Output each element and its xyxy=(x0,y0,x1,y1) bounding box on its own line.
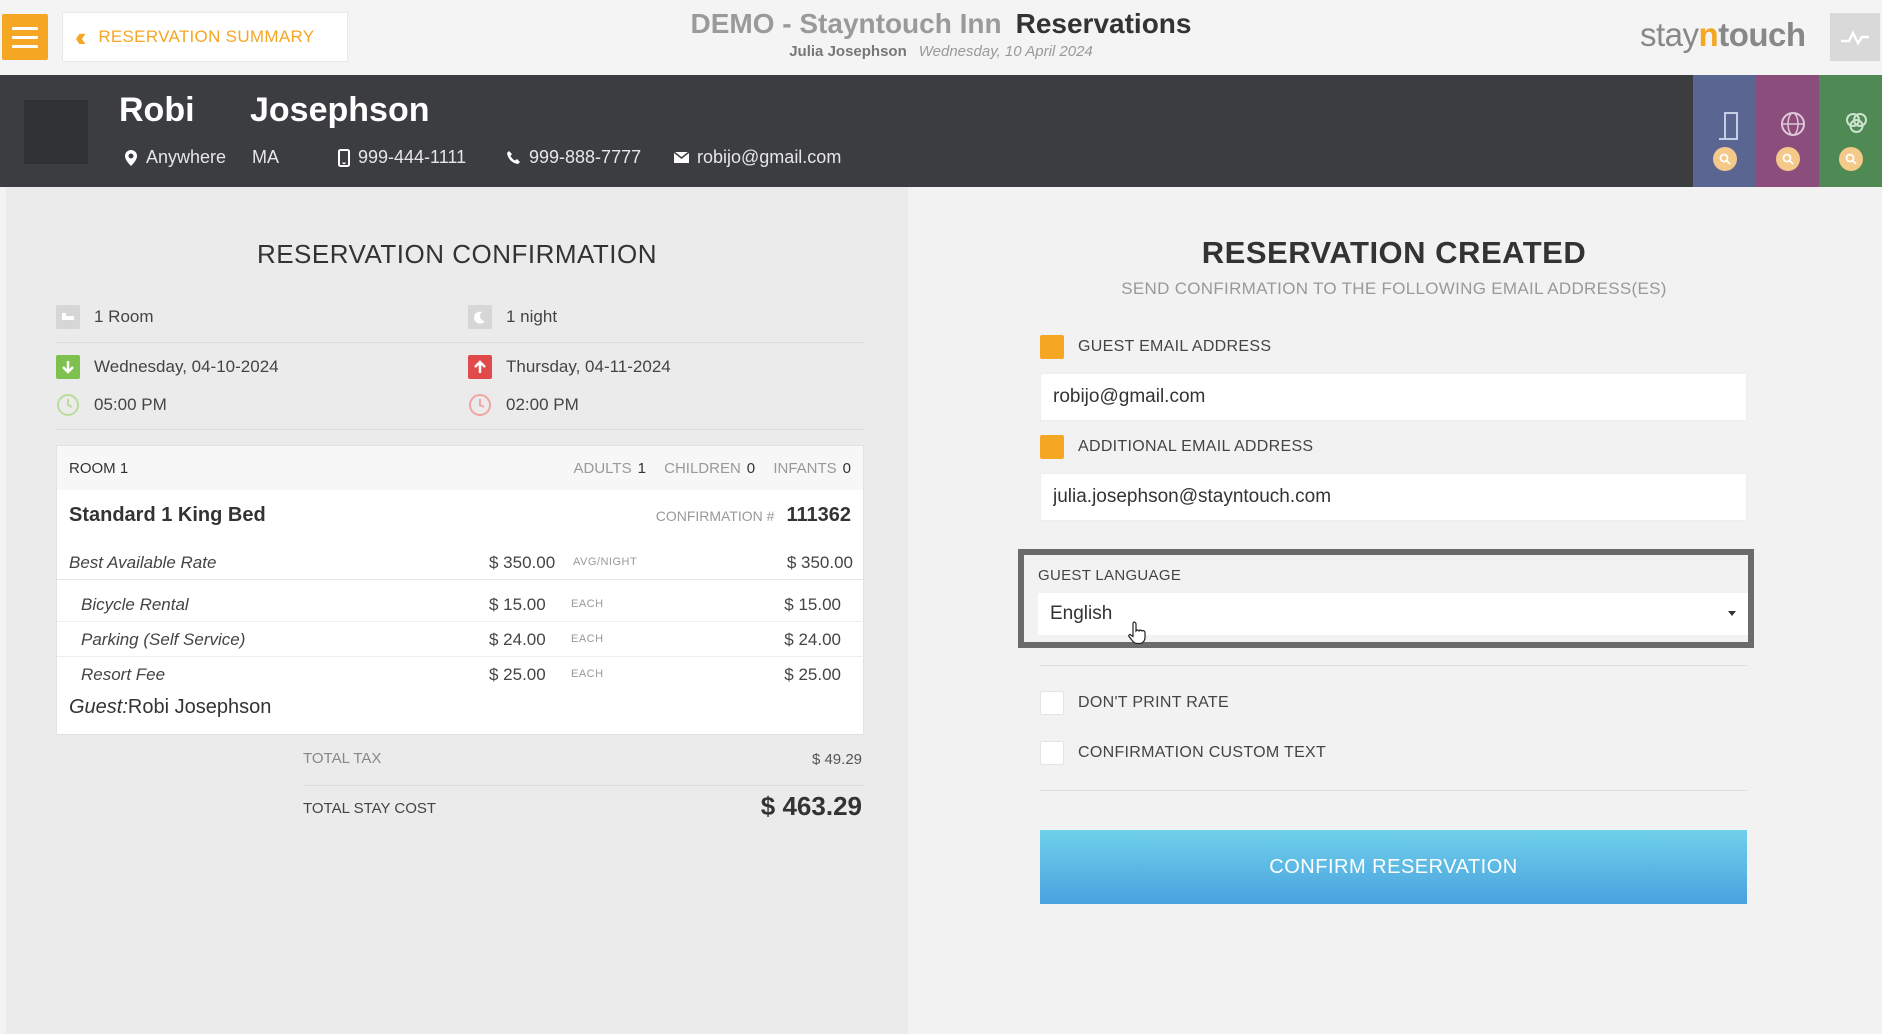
guest-state: MA xyxy=(252,147,280,167)
dont-print-rate-checkbox[interactable] xyxy=(1040,691,1064,715)
confirmation-title: RESERVATION CONFIRMATION xyxy=(256,239,658,269)
search-icon xyxy=(1713,147,1737,171)
departure-time: 02:00 PM xyxy=(468,393,579,417)
dont-print-rate-option[interactable]: DON'T PRINT RATE xyxy=(1040,691,1229,715)
mobile-phone-icon xyxy=(338,148,350,167)
divider xyxy=(56,429,864,430)
globe-icon xyxy=(1781,112,1805,136)
hand-cursor-icon xyxy=(1128,621,1146,644)
arrow-down-icon xyxy=(56,355,80,379)
additional-email-field[interactable] xyxy=(1040,473,1747,521)
envelope-icon xyxy=(674,152,689,163)
guest-mobile[interactable]: 999-444-1111 xyxy=(338,147,466,168)
arrival-time: 05:00 PM xyxy=(56,393,167,417)
guest-city: Anywhere xyxy=(146,147,227,167)
additional-email-option[interactable]: ADDITIONAL EMAIL ADDRESS xyxy=(1040,435,1313,459)
rate-row: Best Available Rate $ 350.00 AVG/NIGHT $… xyxy=(57,546,865,580)
chevron-down-icon xyxy=(1728,611,1736,616)
divider xyxy=(56,342,864,343)
divider xyxy=(1040,665,1747,666)
arrow-up-icon xyxy=(468,355,492,379)
reservation-created-panel: RESERVATION CREATED SEND CONFIRMATION TO… xyxy=(908,187,1882,1034)
addon-row: Bicycle Rental $ 15.00 EACH $ 15.00 xyxy=(57,588,865,622)
search-icon xyxy=(1839,147,1863,171)
room-card-header: ROOM 1 ADULTS 1 CHILDREN 0 INFANTS 0 xyxy=(57,446,863,490)
module-title: Reservations xyxy=(1015,8,1192,39)
tab-stay-card[interactable] xyxy=(1693,75,1756,187)
brand-logo: stayntouch xyxy=(1640,16,1806,53)
clock-icon xyxy=(56,393,80,417)
user-name: Julia Josephson xyxy=(789,43,907,60)
card-tabs xyxy=(1693,75,1882,187)
reservation-confirmation-panel: RESERVATION CONFIRMATION 1 Room 1 night … xyxy=(6,187,908,1034)
guest-language-label: GUEST LANGUAGE xyxy=(1038,567,1182,584)
addon-row: Resort Fee $ 25.00 EACH $ 25.00 xyxy=(81,665,841,684)
hotel-name: DEMO - Stayntouch Inn xyxy=(690,8,1002,39)
top-bar: ‹‹ RESERVATION SUMMARY DEMO - Stayntouch… xyxy=(0,0,1882,75)
guest-email[interactable]: robijo@gmail.com xyxy=(674,147,841,168)
building-icon xyxy=(1719,112,1738,140)
phone-icon xyxy=(507,151,520,164)
guest-last-name: Josephson xyxy=(250,91,430,129)
guest-phone[interactable]: 999-888-7777 xyxy=(506,147,641,168)
departure-date: Thursday, 04-11-2024 xyxy=(468,355,671,379)
tab-travel-agent[interactable] xyxy=(1756,75,1819,187)
bed-icon xyxy=(56,305,80,329)
confirmation-number: CONFIRMATION # 111362 xyxy=(655,504,851,526)
guest-first-name: Robi xyxy=(119,91,195,129)
business-date: Wednesday, 10 April 2024 xyxy=(918,43,1093,60)
room-label: ROOM 1 xyxy=(69,459,129,477)
created-title: RESERVATION CREATED xyxy=(1201,235,1587,270)
search-icon xyxy=(1776,147,1800,171)
night-count: 1 night xyxy=(468,305,557,329)
total-tax-label: TOTAL TAX xyxy=(303,750,382,767)
arrival-date: Wednesday, 04-10-2024 xyxy=(56,355,279,379)
total-tax-value: $ 49.29 xyxy=(811,751,862,768)
divider xyxy=(1040,790,1747,791)
page-title: DEMO - Stayntouch Inn Reservations xyxy=(0,8,1882,40)
activity-log-button[interactable] xyxy=(1830,13,1880,61)
user-date-line: Julia Josephson Wednesday, 10 April 2024 xyxy=(0,43,1882,60)
tab-group[interactable] xyxy=(1819,75,1882,187)
custom-text-option[interactable]: CONFIRMATION CUSTOM TEXT xyxy=(1040,741,1326,765)
guest-email-checkbox[interactable] xyxy=(1040,335,1064,359)
clock-icon xyxy=(468,393,492,417)
room-type: Standard 1 King Bed xyxy=(69,504,266,526)
location-pin-icon xyxy=(125,149,137,166)
custom-text-checkbox[interactable] xyxy=(1040,741,1064,765)
divider xyxy=(303,785,864,786)
confirm-reservation-button[interactable]: CONFIRM RESERVATION xyxy=(1040,830,1747,904)
room-count: 1 Room xyxy=(56,305,154,329)
room-card: ROOM 1 ADULTS 1 CHILDREN 0 INFANTS 0 Standa… xyxy=(56,445,865,735)
group-icon xyxy=(1846,113,1867,133)
total-stay-label: TOTAL STAY COST xyxy=(303,800,437,817)
guest-email-field[interactable] xyxy=(1040,373,1747,421)
guest-header: Robi Josephson Anywhere MA 999-444-1111 … xyxy=(0,75,1882,187)
additional-email-checkbox[interactable] xyxy=(1040,435,1064,459)
guest-avatar xyxy=(24,100,88,164)
guest-email-option[interactable]: GUEST EMAIL ADDRESS xyxy=(1040,335,1271,359)
moon-icon xyxy=(468,305,492,329)
created-subtitle: SEND CONFIRMATION TO THE FOLLOWING EMAIL… xyxy=(1121,279,1667,298)
activity-icon xyxy=(1841,30,1869,46)
addon-row: Parking (Self Service) $ 24.00 EACH $ 24… xyxy=(57,623,865,657)
occupancy: ADULTS 1 CHILDREN 0 INFANTS 0 xyxy=(573,459,851,477)
total-stay-value: $ 463.29 xyxy=(760,791,862,821)
guest-location: Anywhere MA xyxy=(124,147,279,168)
room-guest: Guest:Robi Josephson xyxy=(69,696,272,718)
